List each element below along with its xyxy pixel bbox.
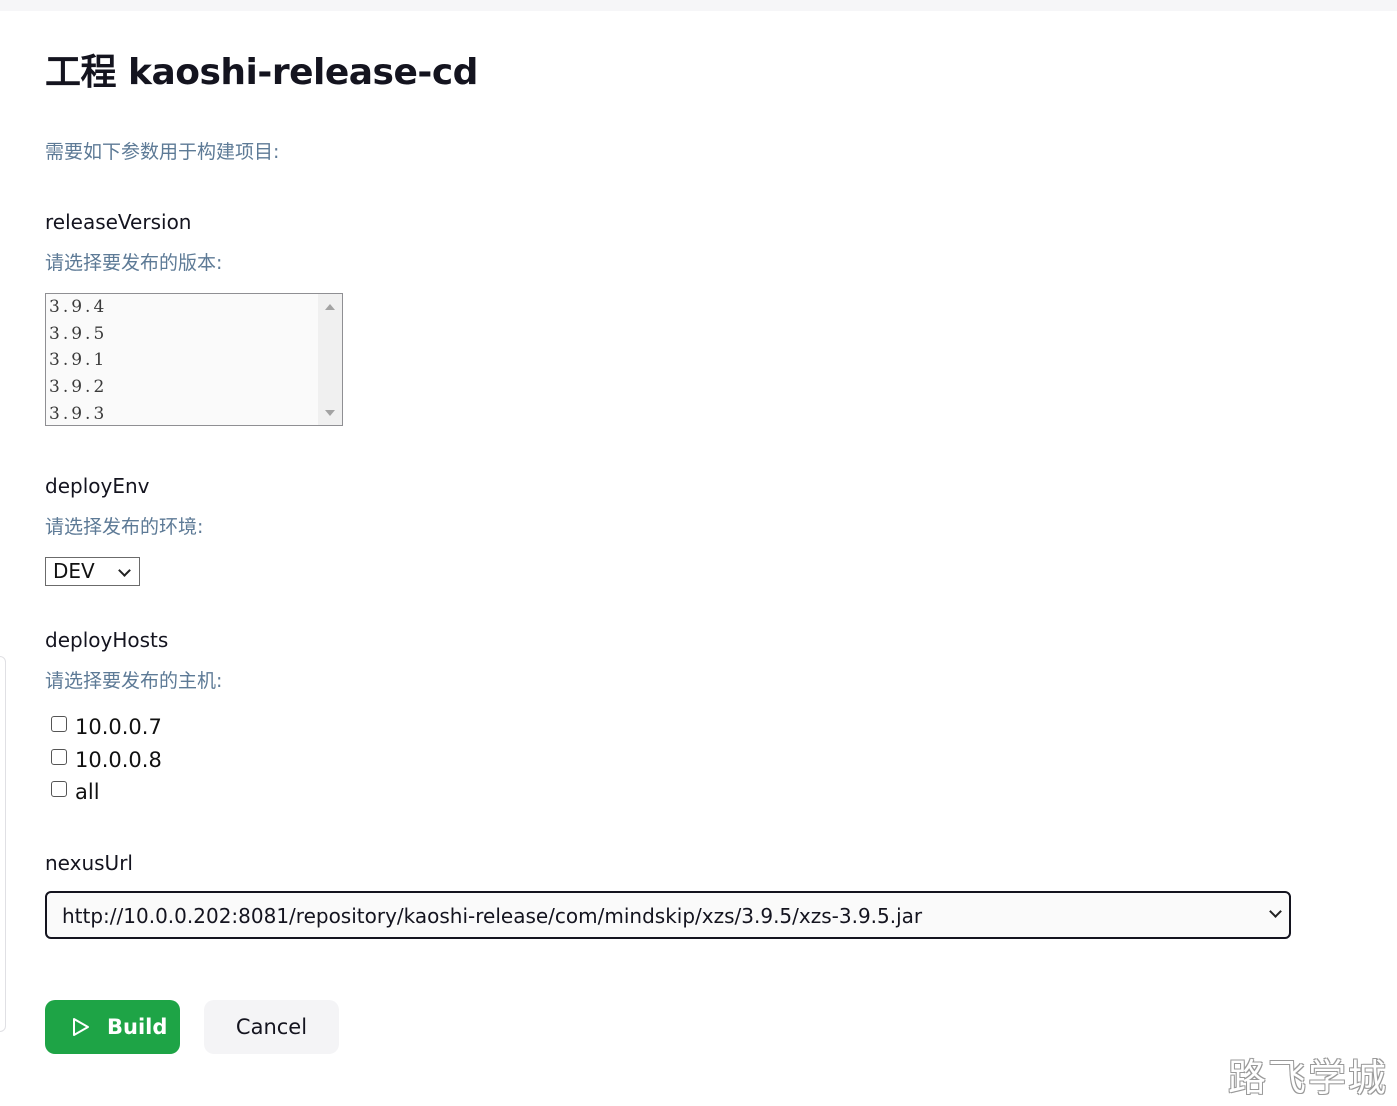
list-item[interactable]: 3.9.5 [49, 321, 107, 348]
chevron-down-icon [1269, 905, 1282, 918]
param-name-deploy-hosts: deployHosts [45, 628, 169, 652]
nexus-url-select[interactable]: http://10.0.0.202:8081/repository/kaoshi… [45, 891, 1291, 939]
deploy-env-select[interactable]: DEV [45, 557, 140, 586]
top-bar [0, 0, 1397, 11]
intro-text: 需要如下参数用于构建项目: [45, 141, 280, 163]
scroll-down-arrow-icon[interactable] [325, 410, 335, 416]
play-icon [73, 1018, 89, 1036]
scroll-up-arrow-icon[interactable] [325, 304, 335, 310]
release-version-listbox[interactable]: 3.9.4 3.9.5 3.9.1 3.9.2 3.9.3 [45, 293, 343, 426]
checkbox-label[interactable]: all [75, 779, 100, 805]
release-version-options: 3.9.4 3.9.5 3.9.1 3.9.2 3.9.3 [49, 294, 107, 425]
param-desc-deploy-env: 请选择发布的环境: [45, 516, 204, 538]
build-button-label: Build [107, 1015, 168, 1039]
param-name-deploy-env: deployEnv [45, 474, 150, 498]
checkbox[interactable] [51, 749, 67, 765]
list-item[interactable]: 3.9.3 [49, 401, 107, 425]
param-desc-release-version: 请选择要发布的版本: [45, 252, 223, 274]
checkbox-label[interactable]: 10.0.0.7 [75, 714, 162, 740]
cancel-button-label: Cancel [235, 1015, 308, 1039]
list-item[interactable]: 3.9.2 [49, 374, 107, 401]
checkbox[interactable] [51, 716, 67, 732]
param-name-nexus-url: nexusUrl [45, 851, 133, 875]
deploy-env-value: DEV [53, 559, 95, 583]
param-desc-deploy-hosts: 请选择要发布的主机: [45, 670, 223, 692]
chevron-down-icon [118, 564, 131, 577]
list-item[interactable]: 3.9.1 [49, 347, 107, 374]
listbox-scrollbar[interactable] [318, 294, 342, 425]
page-title: 工程 kaoshi-release-cd [45, 52, 478, 93]
cancel-button[interactable]: Cancel [204, 1000, 339, 1054]
list-item[interactable]: 3.9.4 [49, 294, 107, 321]
checkbox-label[interactable]: 10.0.0.8 [75, 747, 162, 773]
build-button[interactable]: Build [45, 1000, 180, 1054]
side-panel-edge [0, 656, 6, 1032]
checkbox[interactable] [51, 781, 67, 797]
nexus-url-value: http://10.0.0.202:8081/repository/kaoshi… [62, 904, 923, 928]
param-name-release-version: releaseVersion [45, 210, 192, 234]
watermark: 路飞学城 [1228, 1056, 1389, 1100]
